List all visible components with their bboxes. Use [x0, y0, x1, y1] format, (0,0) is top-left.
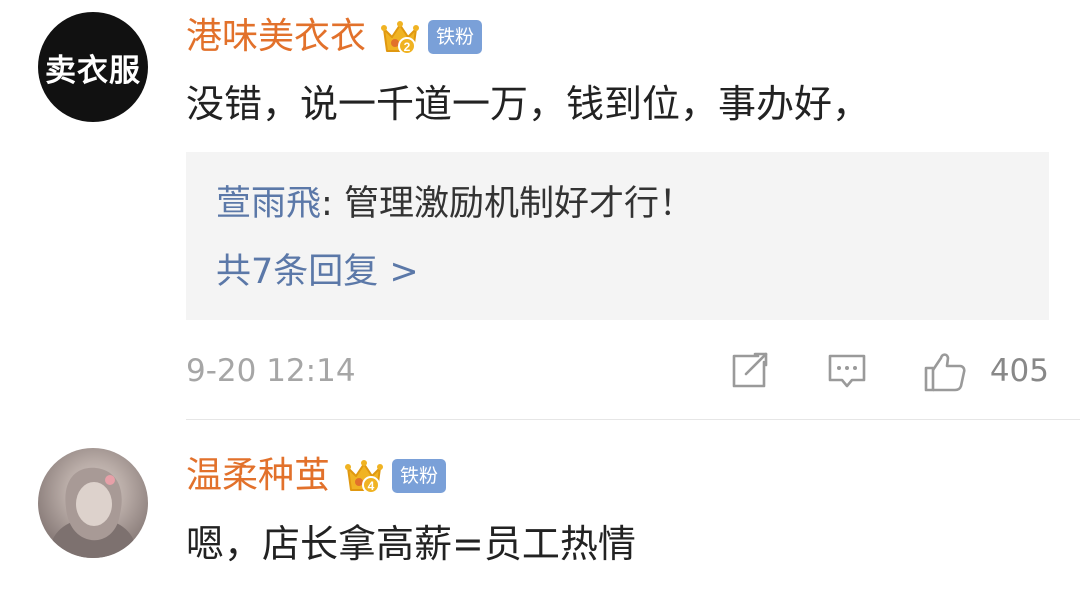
comment-header: 港味美衣衣 2 铁粉 [186, 12, 483, 62]
comment-header: 温柔种茧 4 铁粉 [186, 451, 447, 501]
thumbs-up-icon[interactable] [922, 348, 968, 394]
comment-page: 卖衣服 港味美衣衣 2 铁粉 没错，说一千道一万，钱到位，事办好， 萱雨飛: 管… [0, 0, 1080, 591]
avatar-label: 卖衣服 [45, 52, 141, 89]
comment-icon[interactable] [826, 350, 868, 392]
vip-level-label: 2 [404, 40, 411, 54]
avatar[interactable]: 卖衣服 [38, 12, 148, 122]
comment-time: 9-20 12:14 [186, 353, 356, 389]
username[interactable]: 温柔种茧 [186, 451, 330, 501]
avatar[interactable] [38, 448, 148, 558]
avatar-photo-image [51, 467, 135, 558]
comment-meta: 9-20 12:14 405 [186, 346, 1049, 396]
like-count: 405 [989, 353, 1049, 389]
reply-line: 萱雨飛: 管理激励机制好才行！ [216, 180, 694, 228]
share-icon[interactable] [728, 350, 770, 392]
comment-text: 没错，说一千道一万，钱到位，事办好， [186, 82, 871, 126]
crown-icon: 4 [345, 460, 384, 494]
comment-item: 卖衣服 港味美衣衣 2 铁粉 没错，说一千道一万，钱到位，事办好， 萱雨飛: 管… [0, 0, 1080, 420]
reply-text: 管理激励机制好才行！ [343, 184, 694, 224]
comment-item: 温柔种茧 4 铁粉 嗯，店长拿高薪=员工热情 [0, 420, 1080, 591]
comment-text: 嗯，店长拿高薪=员工热情 [186, 522, 636, 566]
fan-badge: 铁粉 [428, 20, 483, 54]
reply-username[interactable]: 萱雨飛 [216, 184, 321, 224]
fan-badge: 铁粉 [392, 459, 447, 493]
username[interactable]: 港味美衣衣 [186, 12, 366, 62]
vip-level-label: 4 [368, 479, 375, 493]
more-replies-link[interactable]: 共7条回复 > [216, 248, 419, 296]
crown-icon: 2 [381, 21, 420, 55]
reply-separator: : [321, 184, 344, 224]
reply-preview[interactable]: 萱雨飛: 管理激励机制好才行！ 共7条回复 > [186, 152, 1049, 320]
